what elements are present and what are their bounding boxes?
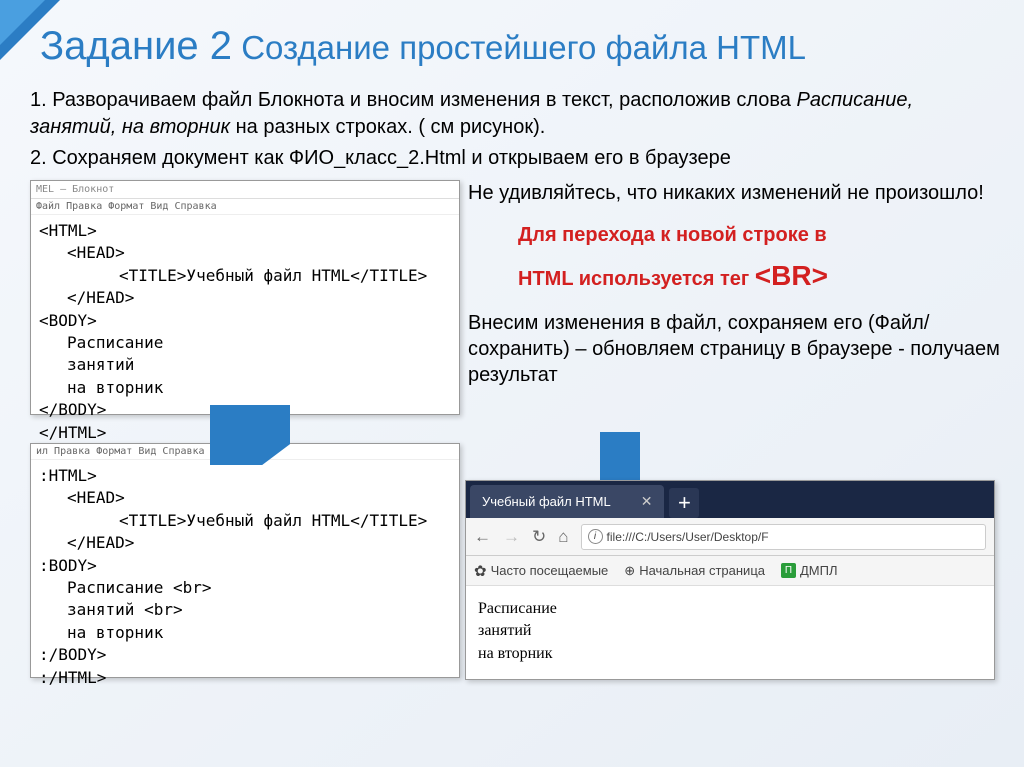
code-line: </HEAD> — [39, 532, 451, 554]
content-line: занятий — [478, 620, 982, 642]
bookmark-badge-icon: П — [781, 563, 796, 578]
back-icon[interactable]: ← — [474, 527, 491, 547]
code-line: </HEAD> — [39, 287, 451, 309]
code-line: занятий — [39, 354, 451, 376]
notepad-titlebar: MEL — Блокнот — [31, 181, 459, 199]
code-line: <BODY> — [39, 310, 451, 332]
code-line: <HEAD> — [39, 487, 451, 509]
reload-icon[interactable]: ↻ — [532, 527, 546, 547]
slide-title: Задание 2 Создание простейшего файла HTM… — [0, 0, 1024, 87]
tab-title: Учебный файл HTML — [482, 494, 611, 509]
browser-tabstrip: Учебный файл HTML ✕ + — [466, 481, 994, 518]
code-line: на вторник — [39, 377, 451, 399]
code-line: :/BODY> — [39, 644, 451, 666]
notepad-menu: Файл Правка Формат Вид Справка — [31, 199, 459, 215]
bookmark-frequent[interactable]: ✿ Часто посещаемые — [474, 562, 608, 580]
code-line: :HTML> — [39, 465, 451, 487]
tab-close-icon[interactable]: ✕ — [641, 493, 653, 510]
instruction-1: 1. Разворачиваем файл Блокнота и вносим … — [30, 87, 994, 141]
new-tab-button[interactable]: + — [669, 488, 699, 518]
br-tag-example: <BR> — [755, 260, 828, 291]
globe-icon: ⊕ — [624, 563, 635, 579]
title-prefix: Задание 2 — [40, 24, 232, 68]
browser-tab[interactable]: Учебный файл HTML ✕ — [470, 485, 664, 518]
forward-icon[interactable]: → — [503, 527, 520, 547]
code-line: на вторник — [39, 622, 451, 644]
content-line: на вторник — [478, 643, 982, 665]
br-tip: Для перехода к новой строке в HTML испол… — [468, 218, 1023, 300]
notepad-window-after: ил Правка Формат Вид Справка :HTML> <HEA… — [30, 443, 460, 678]
notepad-body: :HTML> <HEAD> <TITLE>Учебный файл HTML</… — [31, 460, 459, 694]
code-line: <TITLE>Учебный файл HTML</TITLE> — [39, 510, 451, 532]
browser-window: Учебный файл HTML ✕ + ← → ↻ ⌂ i file:///… — [465, 480, 995, 680]
browser-toolbar: ← → ↻ ⌂ i file:///C:/Users/User/Desktop/… — [466, 518, 994, 556]
code-line: :/HTML> — [39, 667, 451, 689]
arrow-down-left-icon — [210, 405, 290, 465]
code-line: Расписание — [39, 332, 451, 354]
bookmarks-bar: ✿ Часто посещаемые ⊕ Начальная страница … — [466, 556, 994, 586]
content-line: Расписание — [478, 598, 982, 620]
action-text: Внесим изменения в файл, сохраняем его (… — [468, 310, 1023, 388]
code-line: :BODY> — [39, 555, 451, 577]
code-line: <TITLE>Учебный файл HTML</TITLE> — [39, 265, 451, 287]
notepad-window-before: MEL — Блокнот Файл Правка Формат Вид Спр… — [30, 180, 460, 415]
home-icon[interactable]: ⌂ — [558, 527, 568, 547]
code-line: <HTML> — [39, 220, 451, 242]
instruction-2: 2. Сохраняем документ как ФИО_класс_2.Ht… — [30, 145, 994, 172]
url-text: file:///C:/Users/User/Desktop/F — [607, 530, 769, 544]
info-icon[interactable]: i — [588, 529, 603, 544]
code-line: занятий <br> — [39, 599, 451, 621]
bookmark-dmpl[interactable]: П ДМПЛ — [781, 563, 838, 578]
code-line: <HEAD> — [39, 242, 451, 264]
title-rest: Создание простейшего файла HTML — [232, 29, 806, 66]
side-explanation: Не удивляйтесь, что никаких изменений не… — [468, 180, 1023, 388]
bookmark-startpage[interactable]: ⊕ Начальная страница — [624, 563, 765, 579]
corner-decoration — [0, 0, 60, 60]
browser-viewport: Расписание занятий на вторник — [466, 586, 994, 677]
surprise-text: Не удивляйтесь, что никаких изменений не… — [468, 180, 1023, 206]
code-line: Расписание <br> — [39, 577, 451, 599]
gear-icon: ✿ — [474, 562, 487, 580]
url-bar[interactable]: i file:///C:/Users/User/Desktop/F — [581, 524, 986, 550]
